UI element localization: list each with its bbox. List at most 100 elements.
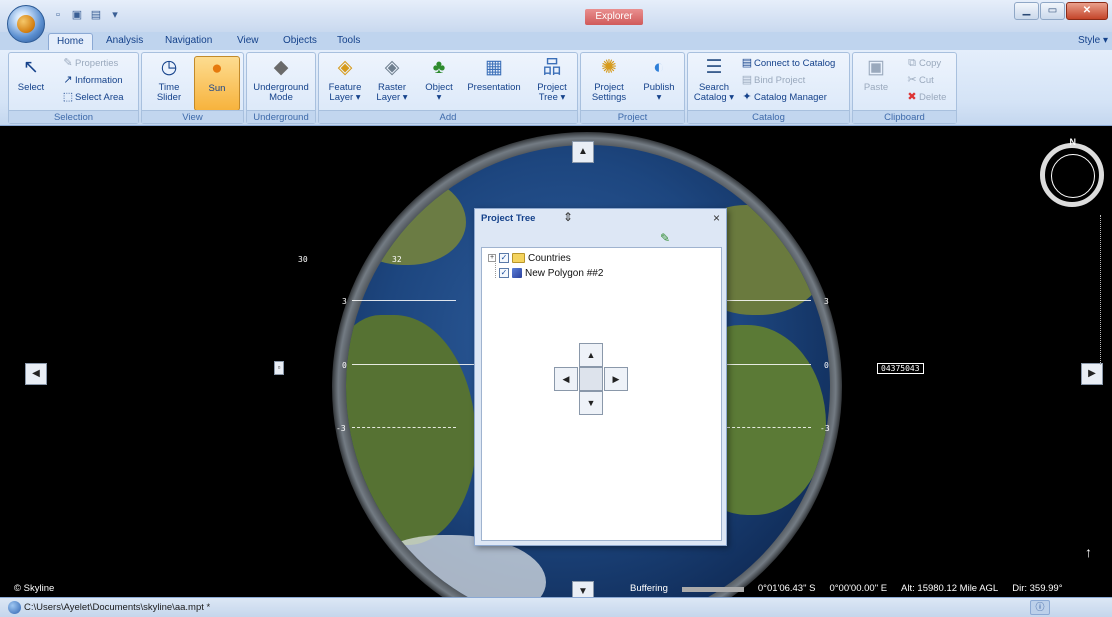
cut-button[interactable]: ✂ Cut [905,73,933,88]
expand-icon[interactable]: + [488,254,496,262]
search-catalog-button[interactable]: ☰ Search Catalog ▾ [692,56,736,111]
project-file-icon [8,601,21,614]
visibility-checkbox[interactable]: ✓ [499,253,509,263]
skyline-credit: © Skyline [14,583,55,594]
maximize-button[interactable]: ▭ [1040,2,1065,20]
compass-ring[interactable] [1040,143,1104,207]
grid-line [727,300,811,301]
group-selection: ↖ Select ✎ Properties ↗ Information ⬚ Selec… [8,52,139,124]
group-clipboard: ▣ Paste ⧉ Copy ✂ Cut ✖ Delete Clipboard [852,52,957,124]
app-logo-icon [17,15,35,33]
tab-home[interactable]: Home [48,33,93,50]
nav-left-arrow[interactable]: ◀ [25,363,47,385]
project-settings-button[interactable]: ✺ Project Settings [585,56,633,111]
catalog-manager-button[interactable]: ✦ Catalog Manager [740,90,827,105]
nav-down-arrow[interactable]: ▼ [572,581,594,597]
group-label-project: Project [581,110,684,123]
group-catalog: ☰ Search Catalog ▾ ▤ Connect to Catalog ▤… [687,52,850,124]
style-menu[interactable]: Style ▾ [1078,33,1108,49]
cut-icon: ✂ [907,74,917,86]
minimize-button[interactable]: ▁ [1014,2,1039,20]
information-button[interactable]: ↗ Information [61,73,122,88]
tab-view[interactable]: View [229,33,267,50]
group-add: ◈ Feature Layer ▾ ◈ Raster Layer ▾ ♣ Obj… [318,52,578,124]
delete-label: Delete [919,92,947,103]
copy-label: Copy [919,58,942,69]
application-menu-button[interactable] [7,5,45,43]
publish-icon: ◐ [653,57,665,78]
tree-item-new-polygon[interactable]: ✓ New Polygon ##2 [499,266,603,280]
tab-tools[interactable]: Tools [329,33,368,50]
connect-to-catalog-button[interactable]: ▤ Connect to Catalog [740,56,836,71]
dock-center-icon[interactable] [579,367,603,391]
scale-label: 30 [298,255,308,264]
tab-analysis[interactable]: Analysis [98,33,151,50]
tab-navigation[interactable]: Navigation [157,33,220,50]
dock-right-icon[interactable]: ▶ [604,367,628,391]
project-tree-header[interactable]: Project Tree [475,209,726,229]
project-tree-label-2: Tree [538,92,558,103]
open-folder-icon[interactable]: ▣ [69,7,85,23]
group-label-add: Add [319,110,577,123]
land-south-america [346,315,476,545]
presentation-button[interactable]: ▦ Presentation [461,56,527,111]
copy-button[interactable]: ⧉ Copy [905,56,941,71]
bind-project-button[interactable]: ▤ Bind Project [740,73,805,88]
tree-object-icon: ♣ [432,57,446,78]
altitude-readout: Alt: 15980.12 Mile AGL [901,583,999,594]
tab-objects[interactable]: Objects [275,33,325,50]
grid-label: -3 [336,424,346,433]
tree-item-countries[interactable]: + ✓ Countries [488,251,571,265]
tree-item-label: Countries [528,252,571,264]
underground-mode-button[interactable]: ◆ Underground Mode [249,56,313,111]
nav-up-arrow[interactable]: ▲ [572,141,594,163]
group-project: ✺ Project Settings ◐ Publish ▾ Project [580,52,685,124]
time-slider-button[interactable]: ◷ Time Slider [148,56,190,111]
ribbon: ↖ Select ✎ Properties ↗ Information ⬚ Selec… [0,50,1112,126]
select-button[interactable]: ↖ Select [13,56,49,111]
new-file-icon[interactable]: ▫ [50,7,66,23]
status-info-icon[interactable]: ⓘ [1030,600,1050,615]
time-slider-label-2: Slider [156,92,182,103]
delete-button[interactable]: ✖ Delete [905,90,946,105]
project-tree-button[interactable]: 品 Project Tree ▾ [531,56,573,111]
catalog-manager-icon: ✦ [742,91,752,103]
paste-button[interactable]: ▣ Paste [857,56,895,111]
folder-icon [512,253,525,263]
feature-layer-button[interactable]: ◈ Feature Layer ▾ [323,56,367,111]
select-area-icon: ⬚ [62,91,74,103]
object-button[interactable]: ♣ Object ▾ [419,56,459,111]
properties-button[interactable]: ✎ Properties [61,56,118,71]
close-button[interactable]: ✕ [1066,2,1108,20]
connect-to-catalog-label: Connect to Catalog [754,58,836,69]
slider-handle[interactable]: ▫ [274,361,284,375]
add-group-icon[interactable]: ✎ [660,231,670,245]
paste-icon: ▣ [867,57,885,78]
raster-layer-button[interactable]: ◈ Raster Layer ▾ [371,56,413,111]
visibility-checkbox[interactable]: ✓ [499,268,509,278]
project-tree-toolbar: ✎ [475,229,726,247]
properties-icon: ✎ [63,57,73,69]
nav-right-arrow[interactable]: ▶ [1081,363,1103,385]
project-tree-panel[interactable]: Project Tree ⇕ × ✎ + ✓ Countries ✓ New P… [474,208,727,546]
longitude-readout: 0°00'00.00" E [829,583,888,594]
title-bar: ▫ ▣ ▤ ▾ Explorer ▁ ▭ ✕ [0,0,1112,32]
publish-button[interactable]: ◐ Publish ▾ [637,56,681,111]
project-tree-list[interactable]: + ✓ Countries ✓ New Polygon ##2 ▲ ◀ ▶ ▼ [481,247,722,541]
coordinate-readout: 04375043 [877,363,924,374]
save-icon[interactable]: ▤ [88,7,104,23]
grid-line [352,427,456,428]
altitude-slider[interactable] [1100,215,1106,365]
dock-top-icon[interactable]: ▲ [579,343,603,367]
grid-label: -3 [820,424,830,433]
information-icon: ↗ [63,74,73,86]
connect-icon: ▤ [741,57,753,69]
window-controls: ▁ ▭ ✕ [1014,2,1108,20]
qat-dropdown-icon[interactable]: ▾ [107,7,123,23]
sun-button[interactable]: ● Sun [194,56,240,111]
select-area-button[interactable]: ⬚ Select Area [61,90,124,105]
dock-left-icon[interactable]: ◀ [554,367,578,391]
close-icon[interactable]: × [713,211,720,225]
underground-mode-label-2: Mode [269,92,293,103]
dock-bottom-icon[interactable]: ▼ [579,391,603,415]
